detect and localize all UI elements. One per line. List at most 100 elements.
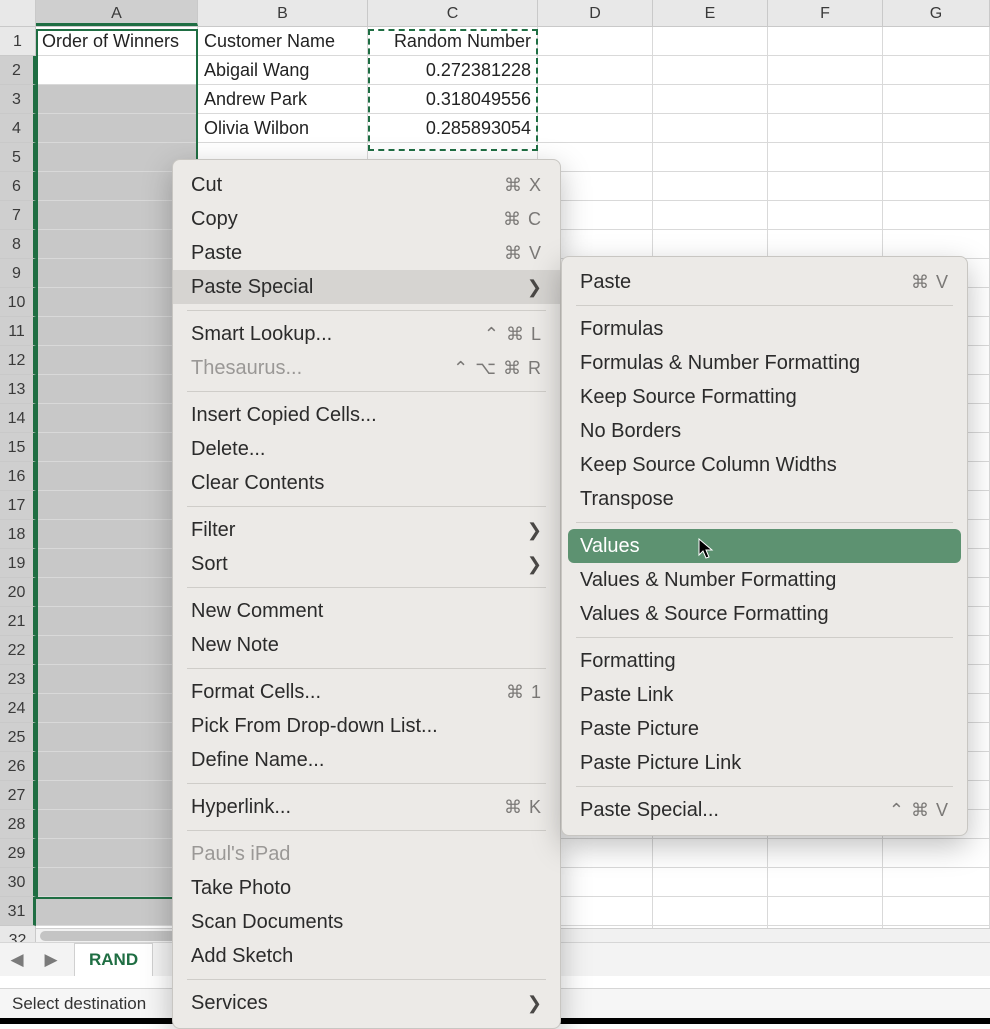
cell[interactable]	[653, 172, 768, 201]
row-header[interactable]: 1	[0, 27, 36, 56]
cell[interactable]	[883, 143, 990, 172]
menu-item[interactable]: Cut⌘ X	[173, 168, 560, 202]
menu-item[interactable]: Add Sketch	[173, 939, 560, 973]
cell[interactable]	[768, 839, 883, 868]
column-header-G[interactable]: G	[883, 0, 990, 26]
cell[interactable]	[768, 868, 883, 897]
row-header[interactable]: 10	[0, 288, 36, 317]
menu-item[interactable]: Paste Special❯	[173, 270, 560, 304]
cell[interactable]	[538, 27, 653, 56]
cell[interactable]	[36, 85, 198, 114]
cell[interactable]	[883, 114, 990, 143]
row-header[interactable]: 5	[0, 143, 36, 172]
menu-item[interactable]: Smart Lookup...⌃ ⌘ L	[173, 317, 560, 351]
row-header[interactable]: 21	[0, 607, 36, 636]
menu-item[interactable]: New Note	[173, 628, 560, 662]
menu-item[interactable]: Pick From Drop-down List...	[173, 709, 560, 743]
menu-item[interactable]: Values & Source Formatting	[562, 597, 967, 631]
menu-item[interactable]: Hyperlink...⌘ K	[173, 790, 560, 824]
row-header[interactable]: 27	[0, 781, 36, 810]
cell[interactable]	[768, 56, 883, 85]
menu-item[interactable]: Scan Documents	[173, 905, 560, 939]
menu-item[interactable]: Filter❯	[173, 513, 560, 547]
menu-item[interactable]: Services❯	[173, 986, 560, 1020]
menu-item[interactable]: Delete...	[173, 432, 560, 466]
menu-item[interactable]: Keep Source Column Widths	[562, 448, 967, 482]
column-header-C[interactable]: C	[368, 0, 538, 26]
cell[interactable]	[883, 868, 990, 897]
column-header-D[interactable]: D	[538, 0, 653, 26]
row-header[interactable]: 12	[0, 346, 36, 375]
menu-item[interactable]: Paste⌘ V	[173, 236, 560, 270]
row-header[interactable]: 22	[0, 636, 36, 665]
row-header[interactable]: 30	[0, 868, 36, 897]
row-header[interactable]: 13	[0, 375, 36, 404]
cell[interactable]	[768, 201, 883, 230]
row-header[interactable]: 28	[0, 810, 36, 839]
select-all-corner[interactable]	[0, 0, 36, 26]
menu-item[interactable]: Paste Picture Link	[562, 746, 967, 780]
cell[interactable]	[653, 85, 768, 114]
cell[interactable]: 0.318049556	[368, 85, 538, 114]
menu-item[interactable]: No Borders	[562, 414, 967, 448]
cell[interactable]	[653, 114, 768, 143]
row-header[interactable]: 6	[0, 172, 36, 201]
row-header[interactable]: 7	[0, 201, 36, 230]
column-header-F[interactable]: F	[768, 0, 883, 26]
menu-item[interactable]: Formulas & Number Formatting	[562, 346, 967, 380]
menu-item[interactable]: New Comment	[173, 594, 560, 628]
row-header[interactable]: 31	[0, 897, 36, 926]
row-header[interactable]: 23	[0, 665, 36, 694]
menu-item[interactable]: Paste Special...⌃ ⌘ V	[562, 793, 967, 827]
row-header[interactable]: 9	[0, 259, 36, 288]
cell[interactable]: Order of Winners	[36, 27, 198, 56]
menu-item[interactable]: Formulas	[562, 312, 967, 346]
cell[interactable]: Random Number	[368, 27, 538, 56]
cell[interactable]	[538, 56, 653, 85]
menu-item[interactable]: Define Name...	[173, 743, 560, 777]
cell[interactable]	[883, 85, 990, 114]
cell[interactable]	[36, 56, 198, 85]
menu-item[interactable]: Copy⌘ C	[173, 202, 560, 236]
cell[interactable]	[768, 230, 883, 259]
row-header[interactable]: 15	[0, 433, 36, 462]
cell[interactable]	[883, 230, 990, 259]
cell[interactable]	[883, 172, 990, 201]
menu-item[interactable]: Take Photo	[173, 871, 560, 905]
cell[interactable]	[653, 868, 768, 897]
menu-item[interactable]: Values & Number Formatting	[562, 563, 967, 597]
horizontal-scrollbar-thumb[interactable]	[40, 931, 180, 941]
row-header[interactable]: 11	[0, 317, 36, 346]
cell[interactable]: Customer Name	[198, 27, 368, 56]
column-header-A[interactable]: A	[36, 0, 198, 26]
row-header[interactable]: 29	[0, 839, 36, 868]
cell[interactable]	[538, 85, 653, 114]
row-header[interactable]: 25	[0, 723, 36, 752]
row-header[interactable]: 19	[0, 549, 36, 578]
menu-item[interactable]: Paste Picture	[562, 712, 967, 746]
column-header-B[interactable]: B	[198, 0, 368, 26]
cell[interactable]	[538, 114, 653, 143]
context-menu[interactable]: Cut⌘ XCopy⌘ CPaste⌘ VPaste Special❯ Smart…	[172, 159, 561, 1029]
cell[interactable]: 0.272381228	[368, 56, 538, 85]
cell[interactable]	[653, 143, 768, 172]
cell[interactable]	[768, 897, 883, 926]
menu-item[interactable]: Keep Source Formatting	[562, 380, 967, 414]
cell[interactable]	[653, 201, 768, 230]
sheet-nav-next-icon[interactable]: ▶	[34, 950, 68, 970]
menu-item[interactable]: Insert Copied Cells...	[173, 398, 560, 432]
cell[interactable]	[883, 201, 990, 230]
row-header[interactable]: 24	[0, 694, 36, 723]
menu-item[interactable]: Transpose	[562, 482, 967, 516]
menu-item[interactable]: Sort❯	[173, 547, 560, 581]
cell[interactable]	[768, 85, 883, 114]
sheet-tab-active[interactable]: RAND	[74, 943, 153, 976]
row-header[interactable]: 16	[0, 462, 36, 491]
cell[interactable]	[883, 27, 990, 56]
column-header-E[interactable]: E	[653, 0, 768, 26]
row-header[interactable]: 18	[0, 520, 36, 549]
menu-item[interactable]: Values	[568, 529, 961, 563]
cell[interactable]: Abigail Wang	[198, 56, 368, 85]
cell[interactable]: Olivia Wilbon	[198, 114, 368, 143]
row-header[interactable]: 14	[0, 404, 36, 433]
